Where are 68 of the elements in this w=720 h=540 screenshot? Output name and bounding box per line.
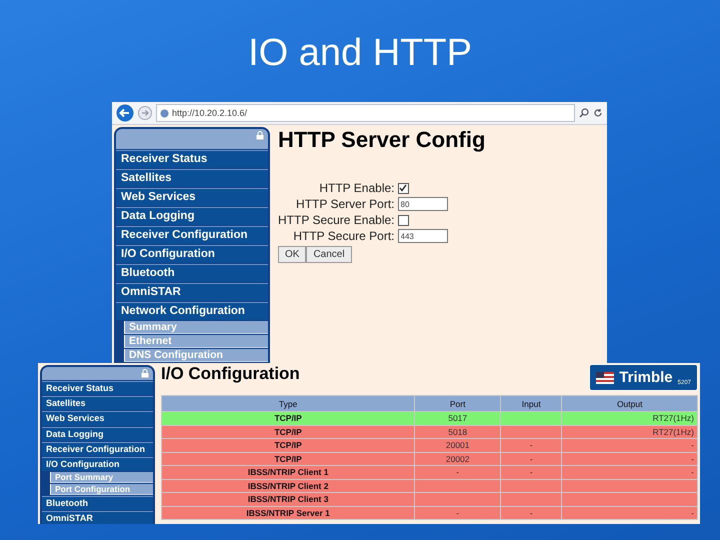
table-row[interactable]: IBSS/NTRIP Client 3	[162, 492, 698, 506]
nav-item[interactable]: Receiver Status	[116, 150, 268, 168]
nav-item[interactable]: OmniSTAR	[116, 283, 268, 301]
table-row[interactable]: IBSS/NTRIP Server 1 - - -	[162, 506, 698, 520]
column-header: Type	[162, 396, 415, 412]
input-field[interactable]: 443	[398, 229, 448, 243]
refresh-icon[interactable]	[593, 108, 603, 118]
field-label: HTTP Server Port:	[295, 197, 395, 211]
table-row[interactable]: IBSS/NTRIP Client 1 - - -	[162, 466, 698, 479]
field-label: HTTP Secure Enable:	[278, 213, 395, 227]
table-cell: 20001	[414, 438, 501, 452]
nav-item[interactable]: Data Logging	[116, 207, 268, 225]
checkbox[interactable]	[398, 182, 409, 194]
column-header: Input	[500, 396, 562, 412]
table-row[interactable]: TCP/IP 5017 RT27(1Hz)	[162, 412, 698, 425]
nav-item[interactable]: Bluetooth	[42, 496, 153, 510]
back-icon[interactable]	[116, 104, 134, 122]
table-cell: -	[500, 506, 562, 520]
field-label: HTTP Secure Port:	[292, 229, 395, 243]
lock-icon	[141, 369, 149, 378]
nav-item[interactable]: Web Services	[116, 188, 268, 206]
flag-icon	[596, 372, 614, 384]
nav-item[interactable]: Receiver Configuration	[116, 226, 268, 244]
table-row[interactable]: TCP/IP 20002 - -	[162, 452, 698, 466]
table-row[interactable]: TCP/IP 20001 - -	[162, 438, 698, 452]
nav-item[interactable]: Satellites	[42, 396, 153, 410]
table-cell: -	[562, 438, 698, 452]
field-label: HTTP Enable:	[318, 181, 395, 195]
table-cell	[500, 412, 562, 425]
search-icon[interactable]	[579, 108, 589, 118]
forward-icon[interactable]	[138, 106, 152, 120]
table-cell: -	[500, 466, 562, 479]
form-button[interactable]: Cancel	[306, 246, 352, 263]
nav-item[interactable]: I/O Configuration	[116, 245, 268, 263]
input-field[interactable]: 80	[398, 197, 448, 211]
nav-item[interactable]: Network Configuration	[116, 302, 268, 320]
table-cell: -	[562, 506, 698, 520]
nav-item[interactable]: Bluetooth	[116, 264, 268, 282]
nav-item[interactable]: Web Services	[42, 411, 153, 426]
table-cell: IBSS/NTRIP Client 3	[162, 492, 415, 506]
column-header: Output	[562, 396, 698, 412]
slide-title: IO and HTTP	[248, 32, 472, 75]
table-cell: RT27(1Hz)	[562, 412, 698, 425]
address-bar[interactable]: http://10.20.2.10.6/	[156, 104, 575, 122]
table-cell: -	[500, 438, 562, 452]
table-cell: -	[414, 506, 501, 520]
nav-item[interactable]: OmniSTAR	[42, 511, 153, 524]
lock-icon	[256, 131, 264, 140]
column-header: Port	[414, 396, 501, 412]
page-heading: HTTP Server Config	[278, 127, 486, 153]
table-cell: -	[562, 466, 698, 479]
table-row[interactable]: IBSS/NTRIP Client 2	[162, 479, 698, 492]
table-row[interactable]: TCP/IP 5018 RT27(1Hz)	[162, 425, 698, 438]
nav-item[interactable]: I/O Configuration	[42, 457, 153, 472]
nav-item[interactable]: Receiver Status	[42, 381, 153, 396]
page-heading: I/O Configuration	[161, 364, 300, 384]
table-cell: 5017	[414, 412, 501, 425]
table-cell: -	[414, 466, 501, 479]
checkbox[interactable]	[398, 214, 409, 226]
form-button[interactable]: OK	[278, 246, 306, 263]
nav-item[interactable]: Receiver Configuration	[42, 442, 153, 456]
table-cell: IBSS/NTRIP Server 1	[162, 506, 415, 520]
table-cell	[500, 492, 562, 506]
nav-item[interactable]: Data Logging	[42, 426, 153, 441]
table-cell: TCP/IP	[162, 412, 415, 425]
table-cell: IBSS/NTRIP Client 1	[162, 466, 415, 479]
nav-item[interactable]: Satellites	[116, 169, 268, 187]
table-cell: TCP/IP	[162, 438, 415, 452]
